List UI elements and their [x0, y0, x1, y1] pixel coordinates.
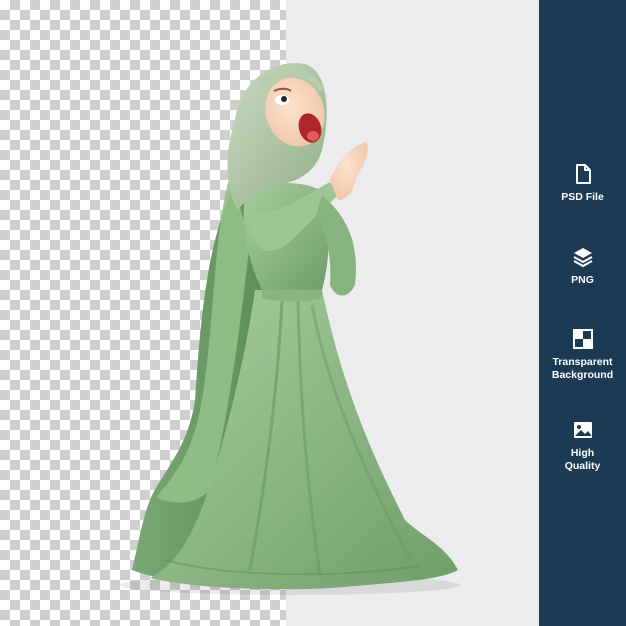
document-icon: [575, 164, 591, 184]
layers-icon: [573, 248, 592, 267]
pupil: [281, 96, 287, 102]
feature-label-transparent-background: Transparent Background: [551, 356, 614, 381]
feature-high-quality: High Quality: [539, 419, 626, 473]
feature-label-psd-file: PSD File: [561, 191, 604, 203]
feature-transparent-background: Transparent Background: [539, 328, 626, 382]
product-preview: PSD File PNG Transparent Background High…: [0, 0, 626, 626]
feature-label-high-quality: High Quality: [564, 447, 601, 472]
hands: [330, 142, 368, 200]
tongue: [307, 131, 319, 141]
checkerboard-icon: [572, 329, 593, 349]
feature-png: PNG: [539, 246, 626, 287]
image-icon: [573, 422, 592, 438]
feature-psd-file: PSD File: [539, 163, 626, 204]
feature-label-png: PNG: [571, 274, 594, 286]
praying-woman-figure: [120, 63, 460, 595]
feature-sidebar: PSD File PNG Transparent Background High…: [539, 0, 626, 626]
